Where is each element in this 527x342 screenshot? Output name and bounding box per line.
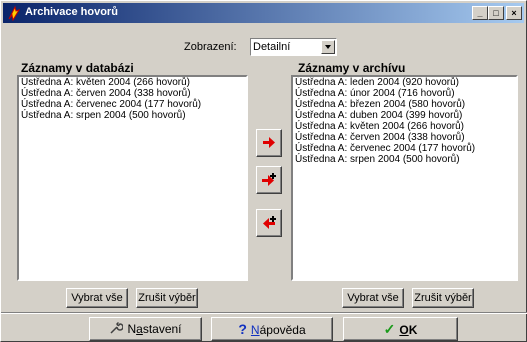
archive-select-all-button[interactable]: Vybrat vše: [342, 288, 404, 308]
list-item[interactable]: Ústředna A: červenec 2004 (177 hovorů): [19, 99, 246, 110]
app-icon: [8, 5, 21, 21]
help-button[interactable]: ? Nápověda: [211, 317, 333, 341]
settings-label-c: stavení: [142, 322, 182, 336]
arrow-right-icon: [263, 137, 275, 148]
database-heading: Záznamy v databázi: [21, 61, 134, 75]
list-item[interactable]: Ústředna A: červenec 2004 (177 hovorů): [293, 143, 516, 154]
move-to-archive-button[interactable]: [256, 129, 282, 157]
settings-label-a: N: [127, 322, 137, 336]
database-select-all-button[interactable]: Vybrat vše: [66, 288, 128, 308]
close-icon: ×: [511, 8, 517, 18]
minimize-button[interactable]: _: [472, 6, 488, 20]
database-clear-selection-button[interactable]: Zrušit výběr: [136, 288, 198, 308]
list-item[interactable]: Ústředna A: červen 2004 (338 hovorů): [293, 132, 516, 143]
question-icon: ?: [238, 321, 247, 337]
archive-clear-selection-button[interactable]: Zrušit výběr: [412, 288, 474, 308]
list-item[interactable]: Ústředna A: květen 2004 (266 hovorů): [19, 77, 246, 88]
database-list[interactable]: Ústředna A: květen 2004 (266 hovorů) Úst…: [17, 75, 248, 281]
footer-divider: [1, 312, 527, 314]
window-title: Archivace hovorů: [25, 6, 118, 18]
title-bar: Archivace hovorů _ □ ×: [3, 3, 524, 23]
checkmark-icon: ✓: [383, 321, 396, 337]
arrow-right-all-icon: [262, 173, 276, 186]
list-item[interactable]: Ústředna A: leden 2004 (920 hovorů): [293, 77, 516, 88]
settings-label-b: a: [136, 322, 143, 336]
ok-label-b: K: [408, 323, 418, 337]
list-item[interactable]: Ústředna A: červen 2004 (338 hovorů): [19, 88, 246, 99]
list-item[interactable]: Ústředna A: květen 2004 (266 hovorů): [293, 121, 516, 132]
list-item[interactable]: Ústředna A: srpen 2004 (500 hovorů): [293, 154, 516, 165]
arrow-left-icon: [263, 216, 276, 229]
settings-button[interactable]: Nastavení: [89, 317, 202, 341]
maximize-button[interactable]: □: [488, 6, 504, 20]
list-item[interactable]: Ústředna A: srpen 2004 (500 hovorů): [19, 110, 246, 121]
archive-list[interactable]: Ústředna A: leden 2004 (920 hovorů) Ústř…: [291, 75, 518, 281]
archive-dialog: Archivace hovorů _ □ × Zobrazení: Detail…: [0, 0, 527, 342]
help-label-b: ápověda: [259, 323, 306, 337]
ok-label-a: O: [399, 323, 409, 337]
view-label: Zobrazení:: [184, 41, 237, 53]
view-select[interactable]: Detailní: [250, 38, 337, 56]
view-select-value: Detailní: [253, 41, 291, 53]
chevron-down-icon[interactable]: [321, 40, 335, 54]
close-button[interactable]: ×: [506, 6, 522, 20]
maximize-icon: □: [493, 8, 499, 18]
wrench-icon: [110, 321, 125, 334]
move-all-to-archive-button[interactable]: [256, 166, 282, 194]
help-label-a: N: [250, 323, 260, 337]
list-item[interactable]: Ústředna A: březen 2004 (580 hovorů): [293, 99, 516, 110]
list-item[interactable]: Ústředna A: duben 2004 (399 hovorů): [293, 110, 516, 121]
list-item[interactable]: Ústředna A: únor 2004 (716 hovorů): [293, 88, 516, 99]
restore-from-archive-button[interactable]: [256, 209, 282, 237]
minimize-icon: _: [477, 8, 483, 18]
ok-button[interactable]: ✓ OK: [343, 317, 458, 341]
archive-heading: Záznamy v archívu: [298, 61, 406, 75]
